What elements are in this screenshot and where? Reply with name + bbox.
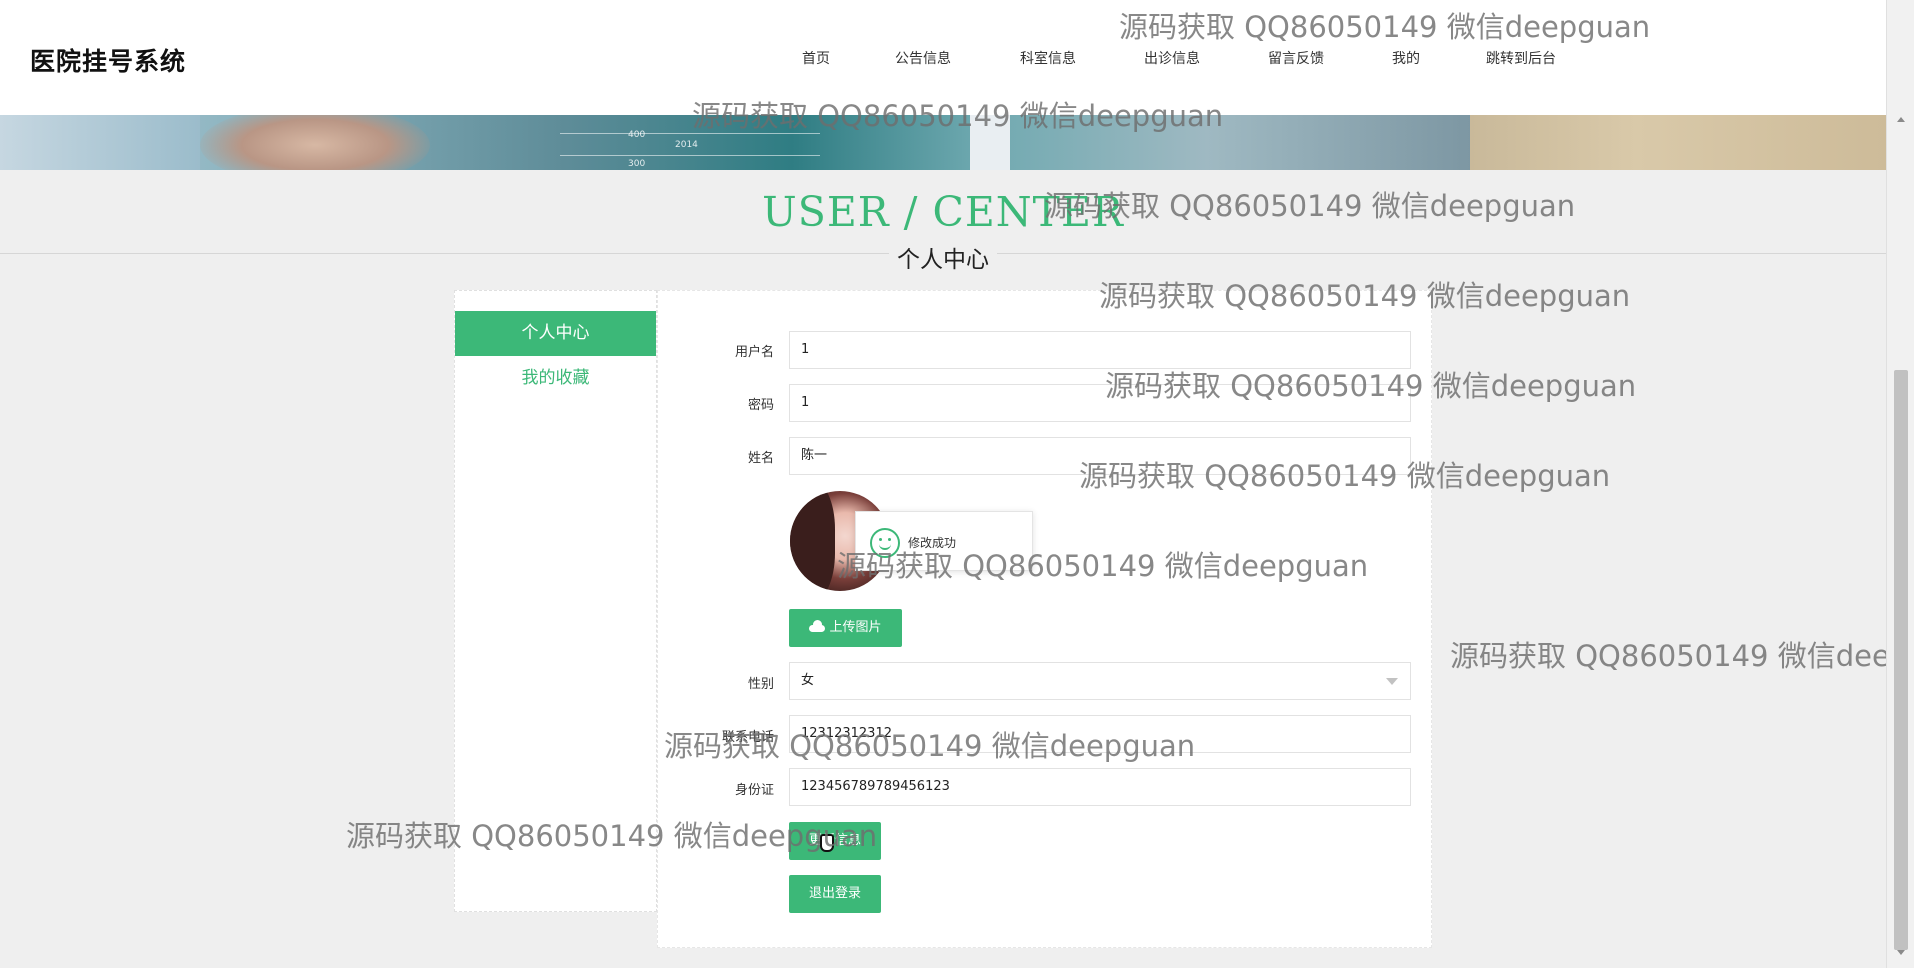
scroll-thumb[interactable]: [1894, 370, 1908, 950]
banner-image: 400 300 2014: [0, 115, 1886, 170]
banner-grid-line: [560, 133, 820, 134]
side-item-favorites[interactable]: 我的收藏: [455, 356, 656, 401]
page-title-en: USER / CENTER: [762, 188, 1124, 236]
phone-label: 联系电话: [721, 730, 774, 745]
nav-feedback[interactable]: 留言反馈: [1268, 48, 1324, 68]
update-info-button[interactable]: 更新信息: [789, 822, 881, 860]
password-label: 密码: [747, 398, 774, 413]
nav-announcements[interactable]: 公告信息: [895, 48, 951, 68]
success-toast: 修改成功: [855, 511, 1033, 571]
pointer-cursor-icon: [820, 834, 834, 852]
name-field[interactable]: 陈一: [789, 437, 1411, 475]
side-item-profile[interactable]: 个人中心: [455, 311, 656, 356]
chevron-down-icon: [1386, 678, 1398, 685]
cloud-upload-icon: [809, 620, 826, 632]
page-title-text: 个人中心: [889, 247, 997, 273]
nav-admin[interactable]: 跳转到后台: [1486, 48, 1556, 68]
nav-home[interactable]: 首页: [802, 48, 830, 68]
upload-button-label: 上传图片: [829, 620, 882, 635]
scroll-up-icon[interactable]: [1897, 117, 1905, 122]
username-field[interactable]: 1: [789, 331, 1411, 369]
banner-window: [970, 115, 1010, 170]
page-title: 个人中心: [0, 240, 1886, 274]
avatar-hair: [790, 491, 835, 591]
toast-message: 修改成功: [908, 536, 957, 550]
gender-value: 女: [801, 673, 815, 688]
nav-visits[interactable]: 出诊信息: [1144, 48, 1200, 68]
banner-tick: 300: [628, 159, 646, 169]
upload-image-button[interactable]: 上传图片: [789, 609, 902, 647]
banner-mask-area: [0, 115, 200, 170]
smile-icon: [870, 528, 900, 558]
phone-field[interactable]: 12312312312: [789, 715, 1411, 753]
id-card-field[interactable]: 123456789789456123: [789, 768, 1411, 806]
top-header: 医院挂号系统 首页 公告信息 科室信息 出诊信息 留言反馈 我的 跳转到后台: [0, 0, 1886, 115]
password-field[interactable]: 1: [789, 384, 1411, 422]
side-menu: 个人中心 我的收藏: [454, 290, 657, 912]
gender-select[interactable]: 女: [789, 662, 1411, 700]
site-logo[interactable]: 医院挂号系统: [30, 42, 186, 78]
gender-label: 性别: [747, 677, 774, 692]
page-scrollbar[interactable]: [1886, 0, 1914, 968]
banner-right-panel: [1470, 115, 1886, 170]
banner-doctor-face: [200, 115, 430, 170]
username-label: 用户名: [734, 345, 774, 360]
nav-departments[interactable]: 科室信息: [1020, 48, 1076, 68]
name-label: 姓名: [747, 451, 774, 466]
banner-grid-line: [560, 155, 820, 156]
watermark-text: 源码获取 QQ86050149 微信deepguan: [1450, 639, 1886, 673]
id-card-label: 身份证: [734, 783, 774, 798]
logout-button[interactable]: 退出登录: [789, 875, 881, 913]
banner-tick: 2014: [675, 140, 698, 150]
banner-tick: 400: [628, 130, 646, 140]
nav-mine[interactable]: 我的: [1392, 48, 1420, 68]
scroll-down-icon[interactable]: [1897, 950, 1905, 955]
